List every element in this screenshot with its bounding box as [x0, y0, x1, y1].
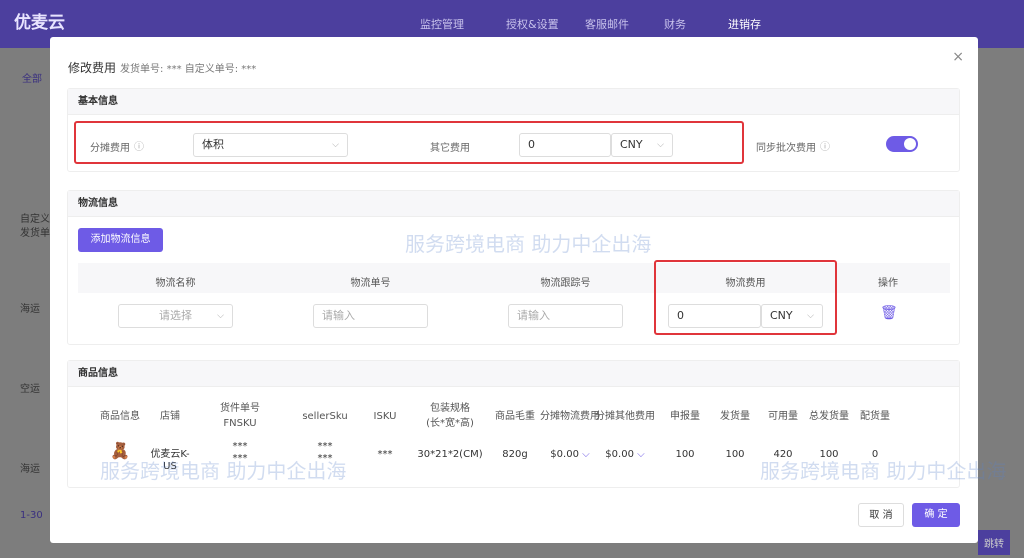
col-header: 分摊其他费用 [595, 411, 655, 422]
col-header: 可用量 [768, 411, 798, 422]
tracking-no-input[interactable]: 请输入 [508, 304, 623, 328]
logo: 优麦云 [14, 13, 65, 33]
table-cell: 420 [773, 449, 793, 460]
table-cell: 820g [502, 449, 528, 460]
col-header: 操作 [878, 278, 898, 289]
bg-col: 自定义 [20, 214, 50, 225]
confirm-button[interactable]: 确 定 [912, 503, 960, 527]
col-header: 货件单号 FNSKU [220, 403, 260, 429]
nav-monitor[interactable]: 监控管理 [420, 16, 464, 32]
tab-all[interactable]: 全部 [22, 70, 42, 85]
section-header: 基本信息 [68, 89, 959, 115]
bg-row: 海运 [20, 304, 40, 315]
col-header: 总发货量 [809, 411, 849, 422]
pagination: 1-30 [20, 510, 43, 521]
dropdown-icon[interactable]: ⌵ [579, 449, 590, 460]
dropdown-icon[interactable]: ⌵ [634, 449, 645, 460]
table-cell: 100 [675, 449, 695, 460]
placeholder: 请选择 [159, 309, 192, 322]
trash-icon[interactable]: 🗑 [880, 305, 898, 321]
highlight-box [654, 260, 837, 335]
col-header: 商品毛重 [495, 411, 535, 422]
nav-mail[interactable]: 客服邮件 [585, 16, 629, 32]
nav-finance[interactable]: 财务 [664, 16, 686, 32]
table-cell: *** *** [317, 441, 333, 464]
bg-row: 海运 [20, 464, 40, 475]
section-header: 商品信息 [68, 361, 959, 387]
table-cell: 0 [871, 449, 879, 460]
col-header: 包装规格 (长*宽*高) [426, 403, 474, 429]
section-header: 物流信息 [68, 191, 959, 217]
highlight-box [74, 121, 744, 164]
chevron-down-icon: ⌵ [217, 311, 224, 321]
sync-toggle[interactable] [886, 136, 918, 152]
logistics-name-select[interactable]: 请选择 ⌵ [118, 304, 233, 328]
col-header: 物流单号 [350, 278, 391, 289]
bg-col: 发货单 [20, 228, 50, 239]
col-header: 发货量 [720, 411, 750, 422]
add-logistics-button[interactable]: 添加物流信息 [78, 228, 163, 252]
edit-fee-modal: 修改费用 发货单号: *** 自定义单号: *** × 基本信息 分摊费用 ⓘ 体… [50, 37, 978, 543]
col-header: 分摊物流费用 [540, 411, 600, 422]
products-section: 商品信息 商品信息 店铺 货件单号 FNSKU sellerSku ISKU 包装规格 (… [67, 360, 960, 488]
modal-title: 修改费用 发货单号: *** 自定义单号: *** [68, 59, 256, 76]
sync-label: 同步批次费用 [756, 143, 816, 154]
logistics-no-input[interactable]: 请输入 [313, 304, 428, 328]
table-cell: 100 [819, 449, 839, 460]
col-header: sellerSku [302, 411, 348, 422]
nav-inventory[interactable]: 进销存 [728, 16, 761, 32]
subtitle: 发货单号: *** 自定义单号: *** [120, 64, 257, 75]
table-cell: $0.00 ⌵ [605, 449, 645, 460]
table-cell: *** *** [232, 441, 248, 464]
table-cell: 30*21*2(CM) [417, 449, 483, 460]
help-icon: ⓘ [820, 142, 830, 153]
close-icon[interactable]: × [952, 49, 964, 65]
table-cell: *** [377, 449, 393, 460]
jump-button[interactable]: 跳转 [978, 530, 1010, 555]
table-cell: 优麦云K-US [150, 449, 190, 472]
col-header: ISKU [373, 411, 397, 422]
col-header: 店铺 [160, 411, 180, 422]
bg-row: 空运 [20, 384, 40, 395]
table-cell: 100 [725, 449, 745, 460]
col-header: 物流跟踪号 [540, 278, 591, 289]
cancel-button[interactable]: 取 消 [858, 503, 904, 527]
product-image: 🧸 [110, 441, 130, 460]
col-header: 配货量 [860, 411, 890, 422]
col-header: 物流名称 [155, 278, 196, 289]
table-cell: $0.00 ⌵ [550, 449, 590, 460]
col-header: 商品信息 [100, 411, 140, 422]
title-text: 修改费用 [68, 61, 117, 75]
nav-auth[interactable]: 授权&设置 [506, 16, 559, 32]
col-header: 申报量 [670, 411, 700, 422]
